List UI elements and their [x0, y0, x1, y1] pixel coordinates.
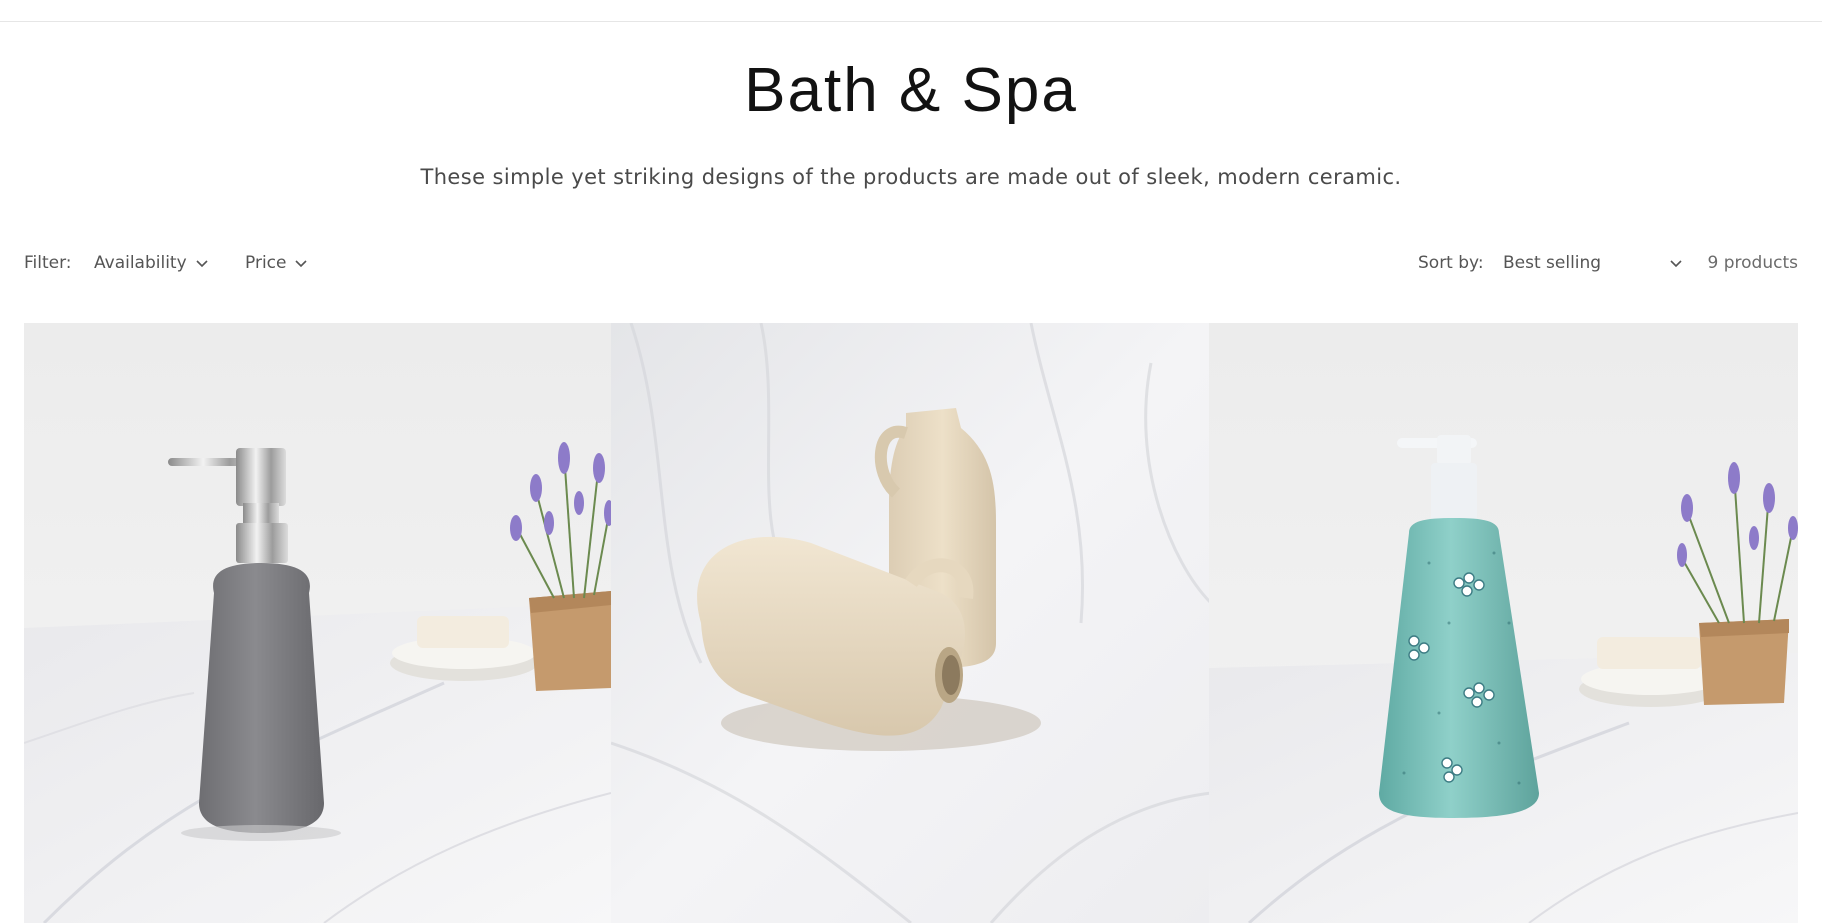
product-card[interactable]	[611, 323, 1211, 923]
filter-price-dropdown[interactable]: Price	[245, 248, 308, 278]
product-image-grey-dispenser	[24, 323, 611, 923]
sort-label: Sort by:	[1418, 253, 1484, 273]
filter-label: Filter:	[24, 253, 72, 273]
product-count: 9 products	[1707, 253, 1798, 273]
chevron-down-icon	[195, 258, 209, 268]
collection-description: These simple yet striking designs of the…	[420, 165, 1402, 189]
product-grid	[24, 323, 1798, 923]
header-divider	[0, 21, 1822, 22]
product-card[interactable]	[24, 323, 611, 923]
page-title: Bath & Spa	[744, 56, 1078, 125]
chevron-down-icon	[294, 258, 308, 268]
chevron-down-icon	[1669, 258, 1683, 268]
sort-select[interactable]: Best selling	[1503, 248, 1683, 278]
product-card[interactable]	[1209, 323, 1798, 923]
filter-availability-dropdown[interactable]: Availability	[94, 248, 209, 278]
product-image-turquoise-dispenser	[1209, 323, 1798, 923]
filter-price-label: Price	[245, 253, 287, 273]
facet-toolbar: Filter: Availability Price Sort by: Best…	[24, 248, 1798, 278]
product-image-cream-jugs	[611, 323, 1211, 923]
sort-select-value: Best selling	[1503, 253, 1602, 273]
filter-availability-label: Availability	[94, 253, 187, 273]
